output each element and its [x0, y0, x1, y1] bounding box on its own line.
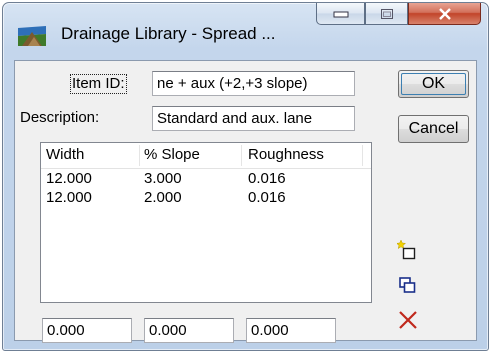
table-header: Width % Slope Roughness: [41, 143, 371, 169]
slope-edit-field[interactable]: 0.000: [144, 318, 234, 343]
maximize-button[interactable]: [365, 3, 408, 25]
column-header-roughness[interactable]: Roughness: [248, 146, 324, 163]
delete-row-icon[interactable]: [397, 309, 419, 331]
table-row[interactable]: 12.000 3.000 0.016: [41, 169, 371, 188]
column-header-width[interactable]: Width: [46, 146, 84, 163]
cancel-button-label: Cancel: [408, 120, 459, 137]
width-edit-field[interactable]: 0.000: [42, 318, 132, 343]
description-label: Description:: [20, 109, 100, 126]
cell-roughness: 0.016: [248, 189, 286, 206]
dialog-window: Drainage Library - Spread ... Item ID: n…: [2, 2, 489, 351]
dialog-client-area: Item ID: ne + aux (+2,+3 slope) Descript…: [14, 60, 477, 343]
item-id-input[interactable]: ne + aux (+2,+3 slope): [152, 71, 355, 96]
add-row-icon[interactable]: [397, 239, 419, 261]
cell-roughness: 0.016: [248, 170, 286, 187]
cell-slope: 3.000: [144, 170, 182, 187]
cell-width: 12.000: [46, 170, 92, 187]
cell-width: 12.000: [46, 189, 92, 206]
minimize-icon: [333, 11, 348, 17]
column-header-slope[interactable]: % Slope: [144, 146, 200, 163]
copy-row-icon[interactable]: [397, 275, 419, 297]
close-icon: [438, 7, 451, 20]
cell-slope: 2.000: [144, 189, 182, 206]
cancel-button[interactable]: Cancel: [398, 115, 469, 143]
maximize-icon: [380, 8, 393, 19]
close-button[interactable]: [408, 3, 481, 25]
library-icon: [18, 26, 46, 46]
description-input[interactable]: Standard and aux. lane: [152, 106, 355, 131]
window-title: Drainage Library - Spread ...: [61, 24, 276, 43]
column-divider[interactable]: [362, 145, 363, 166]
column-divider[interactable]: [139, 145, 140, 166]
item-id-label: Item ID:: [70, 74, 127, 94]
minimize-button[interactable]: [316, 3, 365, 25]
roughness-edit-field[interactable]: 0.000: [246, 318, 336, 343]
table-row[interactable]: 12.000 2.000 0.016: [41, 188, 371, 207]
section-table[interactable]: Width % Slope Roughness 12.000 3.000 0.0…: [40, 142, 372, 303]
ok-button-focus-ring: [401, 73, 466, 95]
column-divider[interactable]: [241, 145, 242, 166]
ok-button[interactable]: OK: [398, 70, 469, 98]
